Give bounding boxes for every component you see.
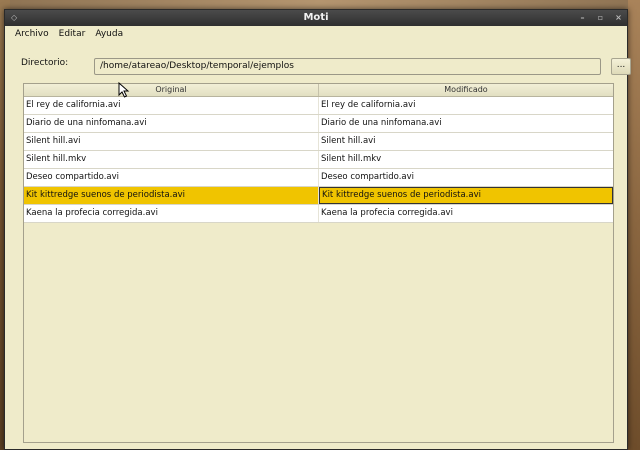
menu-editar[interactable]: Editar [55, 26, 92, 43]
maximize-icon[interactable]: ▫ [596, 10, 605, 26]
cell-modified: Silent hill.avi [321, 136, 376, 146]
cell-modified: Silent hill.mkv [321, 154, 382, 164]
cell-modified: El rey de california.avi [321, 100, 416, 110]
cell-original: Silent hill.mkv [24, 151, 319, 168]
minimize-icon[interactable]: – [578, 10, 587, 26]
files-table: Original Modificado El rey de california… [23, 83, 614, 443]
table-row[interactable]: Deseo compartido.avi Deseo compartido.av… [24, 169, 613, 187]
table-row[interactable]: El rey de california.avi El rey de calif… [24, 97, 613, 115]
menu-ayuda[interactable]: Ayuda [91, 26, 129, 43]
window-title: Moti [303, 12, 329, 23]
cell-modified: Diario de una ninfomana.avi [321, 118, 442, 128]
window-menu-icon[interactable]: ◇ [11, 10, 17, 26]
app-window: ◇ Moti – ▫ × Archivo Editar Ayuda Direct… [4, 9, 631, 450]
close-icon[interactable]: × [614, 10, 623, 26]
browse-button[interactable]: ... [611, 58, 631, 75]
directory-label: Directorio: [21, 58, 69, 68]
cell-original: El rey de california.avi [24, 97, 319, 114]
table-header: Original Modificado [24, 84, 613, 97]
cell-modified: Kaena la profecia corregida.avi [321, 208, 453, 218]
title-bar[interactable]: ◇ Moti – ▫ × [5, 10, 627, 26]
mouse-pointer-icon [118, 82, 130, 98]
table-row[interactable]: Silent hill.mkv Silent hill.mkv [24, 151, 613, 169]
cell-original: Deseo compartido.avi [24, 169, 319, 186]
cell-original: Diario de una ninfomana.avi [24, 115, 319, 132]
table-row[interactable]: Silent hill.avi Silent hill.avi [24, 133, 613, 151]
column-header-original[interactable]: Original [24, 84, 319, 96]
cell-modified: Deseo compartido.avi [321, 172, 415, 182]
menu-bar: Archivo Editar Ayuda [5, 26, 627, 43]
column-header-modificado[interactable]: Modificado [319, 84, 613, 96]
cell-original: Kit kittredge suenos de periodista.avi [24, 187, 319, 204]
cell-original: Kaena la profecia corregida.avi [24, 205, 319, 222]
menu-archivo[interactable]: Archivo [11, 26, 55, 43]
cell-original: Silent hill.avi [24, 133, 319, 150]
cell-modified[interactable]: Kit kittredge suenos de periodista.avi [319, 187, 613, 204]
table-row-selected[interactable]: Kit kittredge suenos de periodista.avi K… [24, 187, 613, 205]
table-row[interactable]: Kaena la profecia corregida.avi Kaena la… [24, 205, 613, 223]
table-row[interactable]: Diario de una ninfomana.avi Diario de un… [24, 115, 613, 133]
directory-input[interactable]: /home/atareao/Desktop/temporal/ejemplos [94, 58, 601, 75]
directory-row: Directorio: /home/atareao/Desktop/tempor… [21, 58, 631, 75]
